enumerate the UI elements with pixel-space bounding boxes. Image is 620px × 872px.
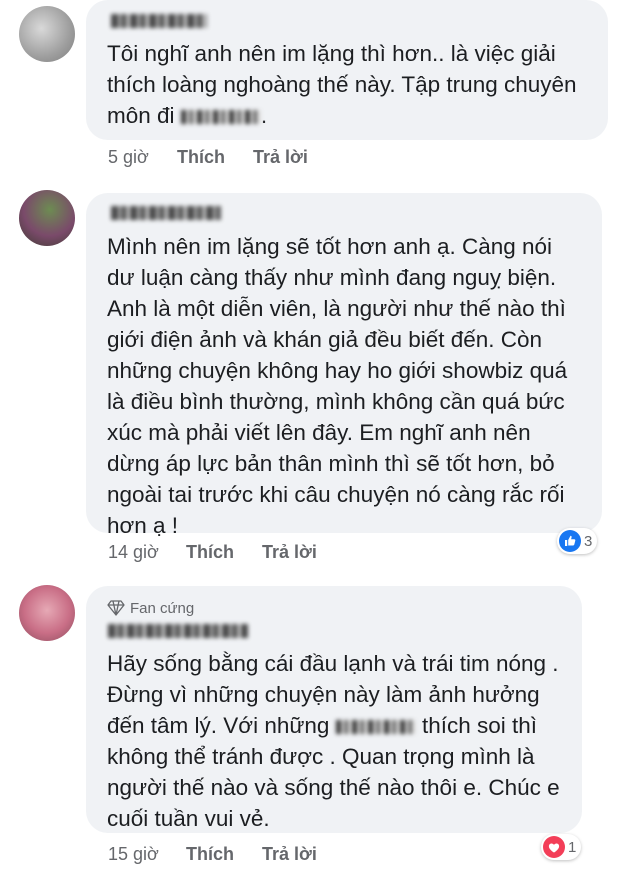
reaction-summary[interactable]: 1 bbox=[541, 834, 582, 860]
heart-icon bbox=[543, 836, 565, 858]
reply-button[interactable]: Trả lời bbox=[262, 844, 317, 865]
avatar[interactable] bbox=[19, 190, 75, 246]
comment-bubble: Mình nên im lặng sẽ tốt hơn anh ạ. Càng … bbox=[86, 193, 602, 538]
redacted-text bbox=[180, 110, 261, 125]
author-name-redacted[interactable] bbox=[111, 206, 221, 220]
fan-badge-label: Fan cứng bbox=[130, 600, 195, 617]
author-name-redacted[interactable] bbox=[111, 14, 207, 28]
comment-2: Mình nên im lặng sẽ tốt hơn anh ạ. Càng … bbox=[0, 190, 620, 570]
comment-text: Tôi nghĩ anh nên im lặng thì hơn.. là vi… bbox=[107, 41, 577, 128]
reaction-count: 3 bbox=[584, 532, 593, 550]
like-button[interactable]: Thích bbox=[186, 542, 234, 563]
like-button[interactable]: Thích bbox=[177, 147, 225, 168]
author-name-redacted[interactable] bbox=[108, 624, 248, 638]
diamond-icon bbox=[107, 600, 125, 616]
like-icon bbox=[559, 530, 581, 552]
comment-text: Mình nên im lặng sẽ tốt hơn anh ạ. Càng … bbox=[107, 234, 568, 538]
timestamp[interactable]: 15 giờ bbox=[108, 844, 159, 865]
avatar[interactable] bbox=[19, 6, 75, 62]
timestamp[interactable]: 14 giờ bbox=[108, 542, 159, 563]
comment-1: Tôi nghĩ anh nên im lặng thì hơn.. là vi… bbox=[0, 0, 620, 180]
reply-button[interactable]: Trả lời bbox=[253, 147, 308, 168]
reply-button[interactable]: Trả lời bbox=[262, 542, 317, 563]
like-button[interactable]: Thích bbox=[186, 844, 234, 865]
comment-text: Hãy sống bằng cái đầu lạnh và trái tim n… bbox=[107, 651, 560, 831]
reaction-count: 1 bbox=[568, 838, 577, 856]
reaction-summary[interactable]: 3 bbox=[557, 528, 598, 554]
timestamp[interactable]: 5 giờ bbox=[108, 147, 149, 168]
comment-bubble: Fan cứng Hãy sống bằng cái đầu lạnh và t… bbox=[86, 586, 582, 833]
comment-bubble: Tôi nghĩ anh nên im lặng thì hơn.. là vi… bbox=[86, 0, 608, 140]
avatar[interactable] bbox=[19, 585, 75, 641]
comment-3: Fan cứng Hãy sống bằng cái đầu lạnh và t… bbox=[0, 585, 620, 872]
redacted-text bbox=[335, 720, 416, 735]
